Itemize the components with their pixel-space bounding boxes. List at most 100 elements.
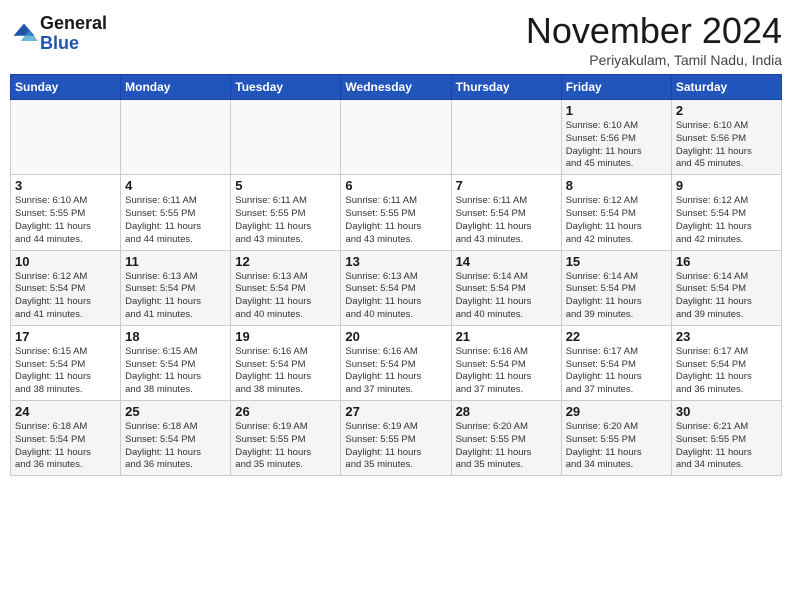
day-number: 23 [676,329,777,344]
calendar-table: SundayMondayTuesdayWednesdayThursdayFrid… [10,74,782,476]
day-info: Sunrise: 6:10 AM Sunset: 5:55 PM Dayligh… [15,195,116,246]
logo-icon [10,20,38,48]
calendar-cell: 30 Sunrise: 6:21 AM Sunset: 5:55 PM Dayli… [671,401,781,476]
day-info: Sunrise: 6:13 AM Sunset: 5:54 PM Dayligh… [345,271,446,322]
day-number: 29 [566,404,667,419]
weekday-header-sunday: Sunday [11,75,121,100]
day-number: 14 [456,254,557,269]
calendar-cell: 19Sunrise: 6:16 AM Sunset: 5:54 PM Dayli… [231,325,341,400]
day-info: Sunrise: 6:19 AM Sunset: 5:55 PM Dayligh… [235,421,336,472]
calendar-week-1: 1 Sunrise: 6:10 AM Sunset: 5:56 PM Daylig… [11,100,782,175]
calendar-cell: 21Sunrise: 6:16 AM Sunset: 5:54 PM Dayli… [451,325,561,400]
day-number: 11 [125,254,226,269]
calendar-cell [121,100,231,175]
day-info: Sunrise: 6:14 AM Sunset: 5:54 PM Dayligh… [676,271,777,322]
month-title: November 2024 [526,10,782,52]
calendar-cell: 22Sunrise: 6:17 AM Sunset: 5:54 PM Dayli… [561,325,671,400]
day-number: 10 [15,254,116,269]
calendar-cell [11,100,121,175]
calendar-cell: 27Sunrise: 6:19 AM Sunset: 5:55 PM Dayli… [341,401,451,476]
calendar-cell: 6Sunrise: 6:11 AM Sunset: 5:55 PM Daylig… [341,175,451,250]
calendar-cell: 4Sunrise: 6:11 AM Sunset: 5:55 PM Daylig… [121,175,231,250]
day-number: 5 [235,178,336,193]
weekday-header-thursday: Thursday [451,75,561,100]
day-info: Sunrise: 6:14 AM Sunset: 5:54 PM Dayligh… [566,271,667,322]
calendar-week-5: 24 Sunrise: 6:18 AM Sunset: 5:54 PM Dayli… [11,401,782,476]
calendar-cell: 20 Sunrise: 6:16 AM Sunset: 5:54 PM Dayli… [341,325,451,400]
day-info: Sunrise: 6:11 AM Sunset: 5:55 PM Dayligh… [345,195,446,246]
calendar-cell [231,100,341,175]
day-number: 25 [125,404,226,419]
day-number: 1 [566,103,667,118]
calendar-header-row: SundayMondayTuesdayWednesdayThursdayFrid… [11,75,782,100]
calendar-cell: 14 Sunrise: 6:14 AM Sunset: 5:54 PM Dayli… [451,250,561,325]
day-number: 28 [456,404,557,419]
day-info: Sunrise: 6:20 AM Sunset: 5:55 PM Dayligh… [456,421,557,472]
day-info: Sunrise: 6:17 AM Sunset: 5:54 PM Dayligh… [676,346,777,397]
calendar-cell: 24 Sunrise: 6:18 AM Sunset: 5:54 PM Dayli… [11,401,121,476]
calendar-week-2: 3 Sunrise: 6:10 AM Sunset: 5:55 PM Daylig… [11,175,782,250]
day-info: Sunrise: 6:16 AM Sunset: 5:54 PM Dayligh… [235,346,336,397]
day-number: 30 [676,404,777,419]
day-info: Sunrise: 6:18 AM Sunset: 5:54 PM Dayligh… [15,421,116,472]
day-number: 13 [345,254,446,269]
calendar-cell: 18 Sunrise: 6:15 AM Sunset: 5:54 PM Dayli… [121,325,231,400]
day-info: Sunrise: 6:11 AM Sunset: 5:55 PM Dayligh… [235,195,336,246]
weekday-header-wednesday: Wednesday [341,75,451,100]
calendar-cell: 2 Sunrise: 6:10 AM Sunset: 5:56 PM Daylig… [671,100,781,175]
day-number: 7 [456,178,557,193]
day-info: Sunrise: 6:15 AM Sunset: 5:54 PM Dayligh… [125,346,226,397]
calendar-cell: 12 Sunrise: 6:13 AM Sunset: 5:54 PM Dayli… [231,250,341,325]
day-number: 18 [125,329,226,344]
day-info: Sunrise: 6:16 AM Sunset: 5:54 PM Dayligh… [345,346,446,397]
calendar-cell [341,100,451,175]
day-info: Sunrise: 6:10 AM Sunset: 5:56 PM Dayligh… [676,120,777,171]
day-info: Sunrise: 6:18 AM Sunset: 5:54 PM Dayligh… [125,421,226,472]
day-info: Sunrise: 6:11 AM Sunset: 5:54 PM Dayligh… [456,195,557,246]
calendar-cell: 28 Sunrise: 6:20 AM Sunset: 5:55 PM Dayli… [451,401,561,476]
calendar-cell [451,100,561,175]
day-number: 26 [235,404,336,419]
logo-general: General [40,14,107,34]
calendar-cell: 15Sunrise: 6:14 AM Sunset: 5:54 PM Dayli… [561,250,671,325]
calendar-cell: 3 Sunrise: 6:10 AM Sunset: 5:55 PM Daylig… [11,175,121,250]
calendar-cell: 10 Sunrise: 6:12 AM Sunset: 5:54 PM Dayli… [11,250,121,325]
calendar-cell: 25 Sunrise: 6:18 AM Sunset: 5:54 PM Dayli… [121,401,231,476]
day-info: Sunrise: 6:16 AM Sunset: 5:54 PM Dayligh… [456,346,557,397]
day-info: Sunrise: 6:13 AM Sunset: 5:54 PM Dayligh… [235,271,336,322]
calendar-week-4: 17 Sunrise: 6:15 AM Sunset: 5:54 PM Dayli… [11,325,782,400]
page-header: General Blue November 2024 Periyakulam, … [10,10,782,68]
calendar-cell: 5 Sunrise: 6:11 AM Sunset: 5:55 PM Daylig… [231,175,341,250]
calendar-cell: 1 Sunrise: 6:10 AM Sunset: 5:56 PM Daylig… [561,100,671,175]
logo-blue: Blue [40,33,79,53]
day-info: Sunrise: 6:17 AM Sunset: 5:54 PM Dayligh… [566,346,667,397]
day-number: 12 [235,254,336,269]
day-number: 9 [676,178,777,193]
calendar-cell: 13 Sunrise: 6:13 AM Sunset: 5:54 PM Dayli… [341,250,451,325]
weekday-header-monday: Monday [121,75,231,100]
weekday-header-saturday: Saturday [671,75,781,100]
title-block: November 2024 Periyakulam, Tamil Nadu, I… [526,10,782,68]
day-info: Sunrise: 6:10 AM Sunset: 5:56 PM Dayligh… [566,120,667,171]
day-number: 24 [15,404,116,419]
calendar-cell: 11 Sunrise: 6:13 AM Sunset: 5:54 PM Dayli… [121,250,231,325]
day-info: Sunrise: 6:14 AM Sunset: 5:54 PM Dayligh… [456,271,557,322]
weekday-header-tuesday: Tuesday [231,75,341,100]
day-number: 2 [676,103,777,118]
day-info: Sunrise: 6:21 AM Sunset: 5:55 PM Dayligh… [676,421,777,472]
day-info: Sunrise: 6:20 AM Sunset: 5:55 PM Dayligh… [566,421,667,472]
day-number: 20 [345,329,446,344]
day-info: Sunrise: 6:13 AM Sunset: 5:54 PM Dayligh… [125,271,226,322]
calendar-cell: 9 Sunrise: 6:12 AM Sunset: 5:54 PM Daylig… [671,175,781,250]
calendar-cell: 26 Sunrise: 6:19 AM Sunset: 5:55 PM Dayli… [231,401,341,476]
day-number: 4 [125,178,226,193]
calendar-cell: 29 Sunrise: 6:20 AM Sunset: 5:55 PM Dayli… [561,401,671,476]
location-text: Periyakulam, Tamil Nadu, India [526,52,782,68]
day-number: 17 [15,329,116,344]
day-info: Sunrise: 6:12 AM Sunset: 5:54 PM Dayligh… [15,271,116,322]
calendar-cell: 16Sunrise: 6:14 AM Sunset: 5:54 PM Dayli… [671,250,781,325]
day-number: 27 [345,404,446,419]
calendar-cell: 23 Sunrise: 6:17 AM Sunset: 5:54 PM Dayli… [671,325,781,400]
day-info: Sunrise: 6:12 AM Sunset: 5:54 PM Dayligh… [676,195,777,246]
day-number: 3 [15,178,116,193]
